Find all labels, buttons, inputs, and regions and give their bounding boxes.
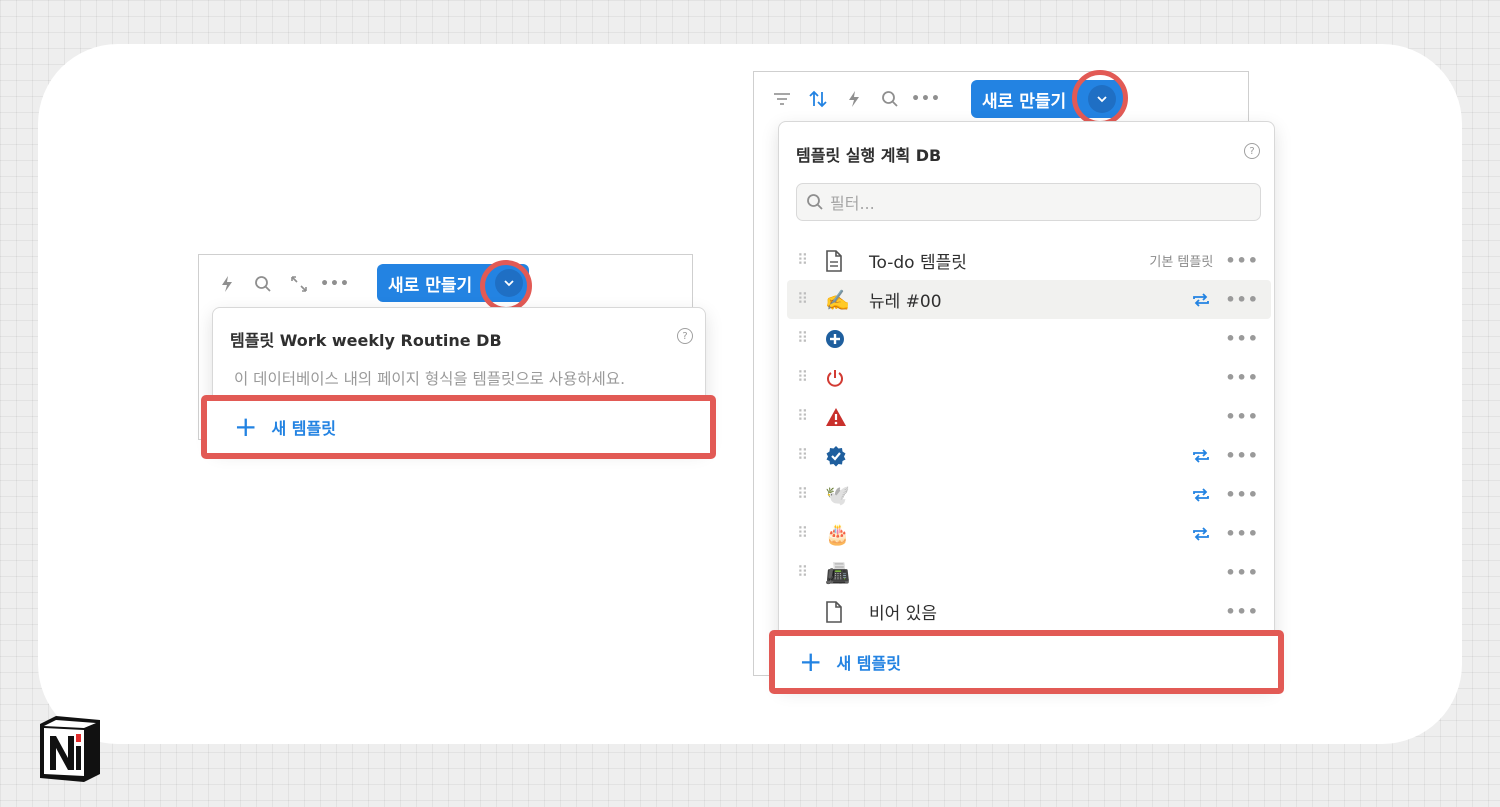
writing-hand-icon: ✍️ [825,287,850,312]
dropdown-highlight-ring [1072,70,1128,126]
right-template-popup: 템플릿 실행 계획 DB ? 필터... ⠿ To-do 템플릿 기본 템플릿 … [778,121,1275,685]
template-row[interactable]: ⠿ To-do 템플릿 기본 템플릿 ••• [787,241,1271,280]
filter-search[interactable]: 필터... [796,183,1261,221]
search-icon [807,194,823,210]
warning-icon [825,407,855,427]
plus-icon: + [234,410,258,443]
default-template-badge: 기본 템플릿 [1149,255,1214,270]
repeat-icon[interactable] [1191,526,1211,542]
template-row[interactable]: ⠿ ••• [787,319,1271,358]
more-icon[interactable]: ••• [1225,446,1259,465]
drag-handle-icon[interactable]: ⠿ [797,409,811,424]
repeat-icon[interactable] [1191,487,1211,503]
dove-icon: 🕊️ [825,482,850,507]
new-template-label: 새 템플릿 [271,419,336,438]
template-row[interactable]: ⠿ ••• [787,397,1271,436]
more-icon[interactable]: ••• [1225,251,1259,270]
more-icon[interactable]: ••• [1225,329,1259,348]
template-row[interactable]: ⠿ ✍️ 뉴레 #00 ••• [787,280,1271,319]
more-icon[interactable]: ••• [1225,368,1259,387]
new-button-label: 새로 만들기 [982,91,1067,112]
drag-handle-icon[interactable]: ⠿ [797,526,811,541]
right-toolbar: ••• [764,84,944,114]
birthday-cake-icon: 🎂 [825,521,850,546]
new-template-highlight[interactable]: + 새 템플릿 [201,395,716,459]
template-label: To-do 템플릿 [869,253,967,273]
new-template-highlight[interactable]: + 새 템플릿 [769,630,1284,694]
more-icon[interactable]: ••• [1225,485,1259,504]
verified-check-icon [825,445,855,467]
plus-circle-icon [825,329,855,349]
more-icon[interactable]: ••• [1225,524,1259,543]
drag-handle-icon[interactable]: ⠿ [797,331,811,346]
help-icon[interactable]: ? [1244,143,1260,159]
drag-handle-icon[interactable]: ⠿ [797,487,811,502]
new-button-label: 새로 만들기 [388,275,473,296]
more-icon[interactable]: ••• [317,269,353,299]
document-icon [825,249,855,272]
template-row[interactable]: ⠿ ••• [787,358,1271,397]
help-icon[interactable]: ? [677,328,693,344]
search-placeholder: 필터... [830,194,875,213]
template-row[interactable]: ⠿ 🎂 ••• [787,514,1271,553]
sort-icon[interactable] [800,84,836,114]
automation-icon[interactable] [209,269,245,299]
dropdown-highlight-ring [480,260,532,312]
power-icon [825,368,855,388]
repeat-icon[interactable] [1191,448,1211,464]
template-row[interactable]: ⠿ 🕊️ ••• [787,475,1271,514]
more-icon[interactable]: ••• [1225,407,1259,426]
new-template-label: 새 템플릿 [836,654,901,673]
template-list: ⠿ To-do 템플릿 기본 템플릿 ••• ⠿ ✍️ 뉴레 #00 ••• ⠿ [787,241,1271,631]
popup-description: 이 데이터베이스 내의 페이지 형식을 템플릿으로 사용하세요. [234,370,625,388]
more-icon[interactable]: ••• [1225,563,1259,582]
brand-logo-icon [40,716,100,782]
expand-icon[interactable] [281,269,317,299]
template-row[interactable]: ⠿ 📠 ••• [787,553,1271,592]
repeat-icon[interactable] [1191,292,1211,308]
popup-title: 템플릿 실행 계획 DB [796,146,942,165]
filter-icon[interactable] [764,84,800,114]
more-icon[interactable]: ••• [908,84,944,114]
search-icon[interactable] [245,269,281,299]
drag-handle-icon[interactable]: ⠿ [797,253,811,268]
automation-icon[interactable] [836,84,872,114]
template-row[interactable]: ⠿ ••• [787,436,1271,475]
search-icon[interactable] [872,84,908,114]
document-icon [825,600,855,623]
template-row[interactable]: 비어 있음 ••• [787,592,1271,631]
plus-icon: + [799,645,823,678]
more-icon[interactable]: ••• [1225,602,1259,621]
fax-icon: 📠 [825,560,850,585]
drag-handle-icon[interactable]: ⠿ [797,448,811,463]
drag-handle-icon[interactable]: ⠿ [797,292,811,307]
template-label: 뉴레 #00 [869,292,942,312]
popup-title: 템플릿 Work weekly Routine DB [230,331,502,350]
left-toolbar: ••• [209,269,353,299]
drag-handle-icon[interactable]: ⠿ [797,565,811,580]
drag-handle-icon[interactable]: ⠿ [797,370,811,385]
template-label: 비어 있음 [869,604,937,624]
more-icon[interactable]: ••• [1225,290,1259,309]
